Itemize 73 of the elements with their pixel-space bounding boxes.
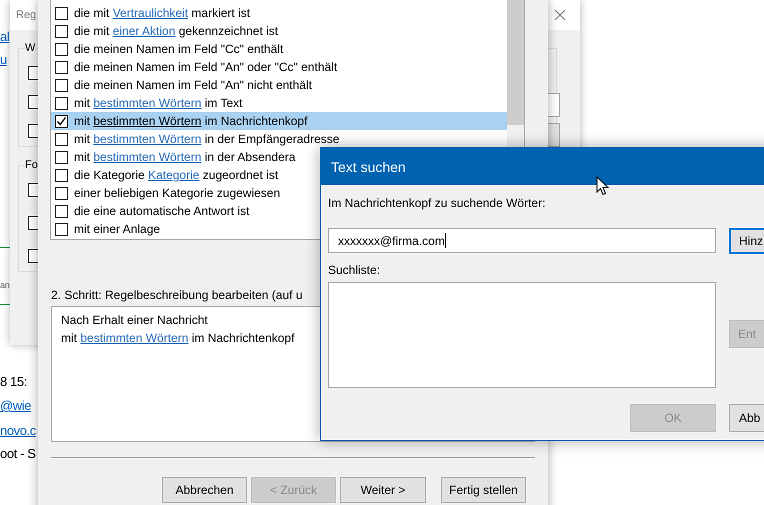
condition-text: mit bestimmten Wörtern im Text (74, 96, 242, 110)
condition-item[interactable]: die meinen Namen im Feld "An" oder "Cc" enthält (51, 58, 507, 76)
checkbox[interactable] (55, 150, 68, 164)
condition-text: die eine automatische Antwort ist (74, 204, 250, 218)
close-icon[interactable] (554, 9, 566, 21)
condition-text: die mit Vertraulichkeit markiert ist (74, 6, 250, 20)
checkbox[interactable] (55, 204, 68, 218)
dropdown[interactable] (548, 123, 560, 147)
checkbox[interactable] (28, 216, 38, 230)
group-label: Fo (25, 159, 38, 171)
dialog-title: Text suchen (331, 158, 406, 174)
checkbox[interactable] (55, 6, 68, 20)
checkbox[interactable] (55, 114, 68, 128)
condition-text: die meinen Namen im Feld "An" nicht enthält (74, 78, 312, 92)
checkbox[interactable] (55, 96, 68, 110)
condition-text: die meinen Namen im Feld "An" oder "Cc" enthält (74, 60, 338, 74)
condition-link[interactable]: bestimmten Wörtern (93, 132, 202, 146)
condition-text: mit bestimmten Wörtern in der Empfängeradresse (74, 132, 340, 146)
group-label: W (25, 42, 36, 54)
condition-link[interactable]: einer Aktion (112, 24, 176, 38)
condition-item[interactable]: die mit einer Aktion gekennzeichnet ist (51, 22, 507, 40)
condition-link[interactable]: Kategorie (148, 168, 200, 182)
text-field[interactable] (548, 93, 560, 117)
checkbox[interactable] (55, 132, 68, 146)
step-label: 2. Schritt: Regelbeschreibung bearbeiten (auf u (51, 288, 304, 302)
mouse-pointer-icon (596, 176, 609, 196)
condition-link[interactable]: bestimmten Wörtern (93, 114, 202, 128)
email-link[interactable]: novo.c (0, 423, 36, 438)
message-text: an (0, 280, 10, 290)
condition-text: die meinen Namen im Feld "Cc" enthält (74, 42, 284, 56)
cancel-button[interactable]: Abb (729, 404, 764, 432)
condition-text: mit bestimmten Wörtern in der Absendera (74, 150, 296, 164)
condition-item[interactable]: mit bestimmten Wörtern im Nachrichtenkopf (51, 112, 507, 130)
message-text: 8 15: (0, 374, 27, 389)
checkbox[interactable] (55, 222, 68, 236)
message-text: oot - S (0, 446, 36, 461)
window-title: Reg (16, 9, 36, 21)
checkbox[interactable] (55, 42, 68, 56)
checkbox[interactable] (28, 124, 38, 138)
checkbox[interactable] (55, 168, 68, 182)
checkbox[interactable] (55, 60, 68, 74)
checkbox[interactable] (28, 66, 38, 80)
condition-text: die mit einer Aktion gekennzeichnet ist (74, 24, 278, 38)
checkbox[interactable] (28, 183, 38, 197)
finish-button[interactable]: Fertig stellen (441, 477, 526, 503)
cancel-button[interactable]: Abbrechen (162, 477, 247, 503)
checkbox[interactable] (55, 24, 68, 38)
words-input-field[interactable]: xxxxxxx@firma.com (328, 228, 716, 253)
checkbox[interactable] (28, 249, 38, 263)
checkbox[interactable] (55, 78, 68, 92)
field-label: Im Nachrichtenkopf zu suchende Wörter: (328, 196, 546, 212)
next-button[interactable]: Weiter > (340, 477, 426, 503)
condition-link[interactable]: Vertraulichkeit (112, 6, 188, 20)
condition-item[interactable]: mit bestimmten Wörtern in der Empfängeradresse (51, 130, 507, 148)
condition-text: mit bestimmten Wörtern im Nachrichtenkopf (74, 114, 308, 128)
email-link[interactable]: al (0, 29, 10, 44)
checkbox[interactable] (55, 186, 68, 200)
condition-text: einer beliebigen Kategorie zugewiesen (74, 186, 280, 200)
condition-link[interactable]: bestimmten Wörtern (93, 96, 202, 110)
condition-text: die Kategorie Kategorie zugeordnet ist (74, 168, 278, 182)
add-button[interactable]: Hinz (729, 228, 764, 254)
email-link[interactable]: @wie (0, 398, 32, 413)
condition-text: mit einer Anlage (74, 222, 160, 236)
email-link[interactable]: u (0, 52, 7, 67)
description-text: Nach Erhalt einer Nachricht (61, 312, 209, 329)
list-label: Suchliste: (328, 263, 382, 277)
condition-item[interactable]: die meinen Namen im Feld "An" nicht enthält (51, 76, 507, 94)
description-link[interactable]: bestimmten Wörtern (80, 331, 188, 345)
condition-item[interactable]: mit bestimmten Wörtern im Text (51, 94, 507, 112)
condition-item[interactable]: die mit Vertraulichkeit markiert ist (51, 4, 507, 22)
condition-link[interactable]: bestimmten Wörtern (93, 150, 202, 164)
checkbox[interactable] (28, 95, 38, 109)
condition-item[interactable]: die meinen Namen im Feld "Cc" enthält (51, 40, 507, 58)
